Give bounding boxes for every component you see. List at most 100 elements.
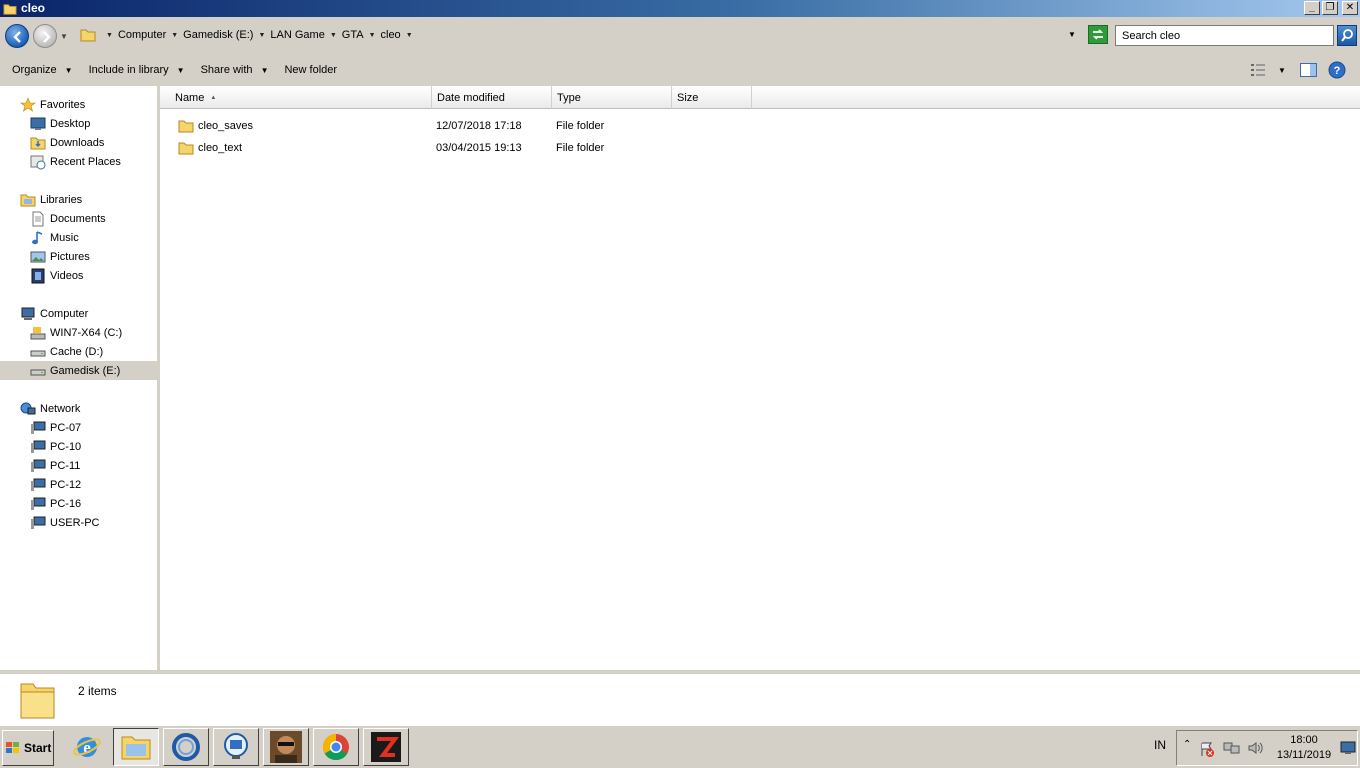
nav-item-pictures[interactable]: Pictures [30,247,90,266]
recent-pages-dropdown[interactable]: ▼ [60,32,68,41]
nav-favorites[interactable]: Favorites [20,95,85,114]
breadcrumb-gta[interactable]: GTA ▼ [337,29,376,41]
network-status-icon[interactable] [1223,740,1241,756]
drive-icon [30,369,46,375]
chrome-icon [322,733,349,761]
chevron-down-icon: ▼ [176,65,185,75]
nav-item-drive-e[interactable]: Gamedisk (E:) [0,361,157,380]
chevron-down-icon[interactable]: ▼ [369,32,376,39]
chevron-down-icon[interactable]: ▼ [106,32,113,39]
network-computer-icon [31,421,46,434]
minimize-button[interactable]: _ [1304,1,1320,15]
column-header-date-modified[interactable]: Date modified [432,86,552,109]
view-details-icon[interactable] [1250,63,1266,77]
drive-icon [30,350,46,356]
search-input[interactable]: Search cleo [1115,25,1334,46]
file-date: 12/07/2018 17:18 [436,120,522,132]
file-row-cleo-saves[interactable]: cleo_saves 12/07/2018 17:18 File folder [160,115,1360,137]
clock[interactable]: 18:00 13/11/2019 [1275,733,1333,763]
taskbar-remote-viewer[interactable] [213,728,259,766]
column-header-name[interactable]: Name ▲ [170,86,432,109]
column-header-type[interactable]: Type [552,86,672,109]
taskbar-internet-explorer[interactable]: e [64,728,110,766]
help-icon[interactable]: ? [1328,61,1346,79]
clock-date: 13/11/2019 [1276,749,1332,761]
nav-item-pc-07[interactable]: PC-07 [30,418,81,437]
arrow-left-icon [13,31,21,43]
nav-item-pc-16[interactable]: PC-16 [30,494,81,513]
nav-item-documents[interactable]: Documents [30,209,106,228]
column-header-size[interactable]: Size [672,86,752,109]
include-in-library-button[interactable]: Include in library ▼ [83,64,191,76]
nav-item-pc-11[interactable]: PC-11 [30,456,80,475]
nav-item-drive-c[interactable]: WIN7-X64 (C:) [30,323,122,342]
breadcrumb-gamedisk[interactable]: Gamedisk (E:) ▼ [178,29,265,41]
network-icon [20,402,36,414]
nav-item-pc-10[interactable]: PC-10 [30,437,81,456]
preview-pane-icon[interactable] [1300,63,1317,77]
breadcrumb-lan-game[interactable]: LAN Game ▼ [265,29,336,41]
folder-icon [178,142,194,155]
nav-item-recent-places[interactable]: Recent Places [30,152,121,171]
nav-item-drive-d[interactable]: Cache (D:) [30,342,103,361]
large-folder-icon [20,683,55,719]
sort-ascending-icon: ▲ [210,94,217,101]
file-row-cleo-text[interactable]: cleo_text 03/04/2015 19:13 File folder [160,137,1360,159]
show-desktop-icon[interactable] [1340,741,1356,755]
nav-item-downloads[interactable]: Downloads [30,133,104,152]
taskbar-gta-game[interactable] [263,728,309,766]
svg-text:?: ? [1334,65,1341,77]
clock-time: 18:00 [1290,734,1318,746]
nav-libraries[interactable]: Libraries [20,190,82,209]
organize-button[interactable]: Organize ▼ [6,64,79,76]
network-computer-icon [31,497,46,510]
folder-icon [178,120,194,133]
nav-item-pc-12[interactable]: PC-12 [30,475,81,494]
restore-button[interactable]: ❐ [1322,1,1338,15]
nav-computer[interactable]: Computer [20,304,88,323]
desktop-icon [30,117,46,130]
back-button[interactable] [5,24,29,48]
system-tray: ⌃ 18:00 13/11/2019 [1176,730,1358,766]
pictures-icon [30,251,46,262]
address-history-dropdown[interactable]: ▼ [1068,30,1076,39]
chevron-down-icon[interactable]: ▼ [258,32,265,39]
taskbar-game-launcher[interactable] [363,728,409,766]
chevron-down-icon[interactable]: ▼ [330,32,337,39]
search-button[interactable] [1337,25,1357,46]
remote-viewer-icon [224,733,248,759]
refresh-button[interactable] [1088,25,1108,44]
nav-item-videos[interactable]: Videos [30,266,83,285]
title-bar[interactable]: cleo _ ❐ ✕ [0,0,1360,17]
address-bar[interactable]: ▼ Computer ▼ Gamedisk (E:) ▼ LAN Game ▼ GTA… [74,24,1086,46]
nav-item-desktop[interactable]: Desktop [30,114,90,133]
libraries-icon [20,194,36,206]
taskbar-chrome[interactable] [313,728,359,766]
breadcrumb-cleo[interactable]: cleo ▼ [376,29,413,41]
arrow-right-icon [43,31,51,43]
view-options-dropdown[interactable]: ▼ [1278,66,1286,75]
action-center-alert-icon[interactable] [1199,741,1215,757]
taskbar-windows-explorer[interactable] [113,728,159,766]
nav-network[interactable]: Network [20,399,80,418]
chevron-down-icon[interactable]: ▼ [171,32,178,39]
taskbar-ccleaner[interactable] [163,728,209,766]
close-button[interactable]: ✕ [1342,1,1358,15]
system-drive-icon [30,326,46,339]
nav-item-user-pc[interactable]: USER-PC [30,513,100,532]
volume-icon[interactable] [1247,740,1265,756]
item-count: 2 items [78,684,117,698]
chevron-down-icon[interactable]: ▼ [406,32,413,39]
breadcrumb-computer[interactable]: Computer ▼ [113,29,178,41]
start-button[interactable]: Start [2,730,54,766]
forward-button[interactable] [33,24,57,48]
file-date: 03/04/2015 19:13 [436,142,522,154]
new-folder-button[interactable]: New folder [278,64,343,76]
show-hidden-icons-icon[interactable]: ⌃ [1183,739,1191,750]
nav-item-music[interactable]: Music [30,228,79,247]
language-indicator[interactable]: IN [1154,738,1166,752]
refresh-icon [1092,29,1104,40]
chevron-down-icon: ▼ [260,65,269,75]
share-with-button[interactable]: Share with ▼ [195,64,275,76]
star-icon [20,96,36,112]
